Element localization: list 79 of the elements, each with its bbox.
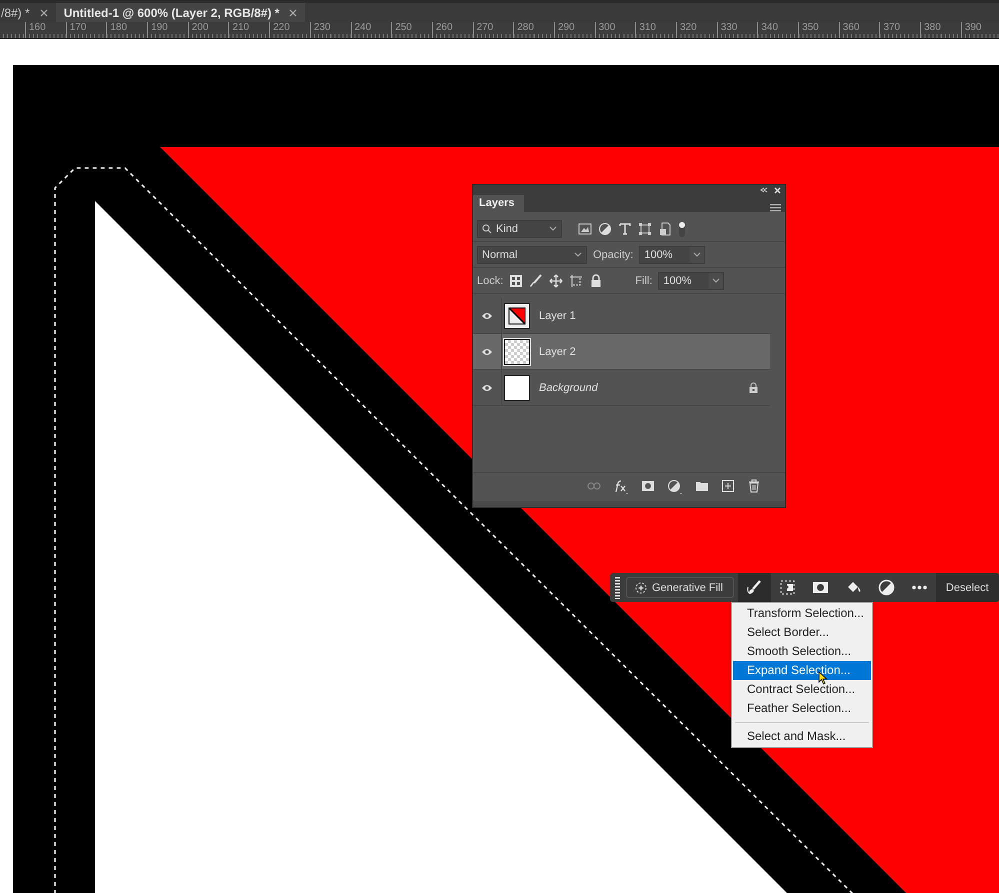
layer-name: Layer 2 xyxy=(539,346,577,358)
ruler-label: 210 xyxy=(232,22,250,34)
move-icon[interactable] xyxy=(549,274,564,288)
layer-name: Layer 1 xyxy=(539,310,577,322)
menu-item[interactable]: Smooth Selection... xyxy=(733,642,871,661)
menu-item[interactable]: Expand Selection... xyxy=(733,661,871,680)
smart-object-filter-icon[interactable] xyxy=(658,222,672,236)
menu-item[interactable]: Feather Selection... xyxy=(733,699,871,718)
shape-filter-icon[interactable] xyxy=(638,222,652,236)
adjustment-filter-icon[interactable] xyxy=(598,222,612,236)
menu-item[interactable]: Select Border... xyxy=(733,623,871,642)
caret-icon xyxy=(574,252,582,257)
ruler-label: 270 xyxy=(476,22,494,34)
eye-icon[interactable] xyxy=(481,384,493,392)
ruler-label: 170 xyxy=(70,22,86,34)
fill-label: Fill: xyxy=(635,274,652,286)
layer-row[interactable]: Layer 2 xyxy=(473,334,770,370)
ruler-label: 290 xyxy=(558,22,575,34)
trash-icon[interactable] xyxy=(747,479,761,495)
adjustment-layer-icon[interactable] xyxy=(667,479,683,495)
ruler-label: 230 xyxy=(314,22,330,34)
menu-item[interactable]: Transform Selection... xyxy=(733,604,871,623)
new-layer-icon[interactable] xyxy=(721,479,735,495)
eye-icon[interactable] xyxy=(481,348,493,356)
eye-icon[interactable] xyxy=(481,312,493,320)
ruler-label: 370 xyxy=(883,22,900,34)
image-filter-icon[interactable] xyxy=(578,222,592,236)
lock-label: Lock: xyxy=(477,274,504,286)
ruler-label: 350 xyxy=(802,22,819,34)
panel-tab[interactable]: Layers xyxy=(473,195,524,212)
selection-icon[interactable] xyxy=(778,579,796,596)
ruler-label: 310 xyxy=(639,22,656,34)
lock-pixels-icon[interactable] xyxy=(509,274,524,288)
ruler-label: 330 xyxy=(720,22,738,34)
filter-dropdown[interactable]: Kind xyxy=(477,220,562,238)
filter-toggle-icon[interactable] xyxy=(678,220,686,236)
document-tab[interactable]: Untitled-1 @ 600% (Layer 2, RGB/8#) * xyxy=(56,3,306,22)
ruler-label: 240 xyxy=(354,22,372,34)
ruler-label: 190 xyxy=(151,22,168,34)
layer-thumbnail xyxy=(504,374,530,400)
caret-icon xyxy=(549,226,557,231)
ruler-label: 390 xyxy=(964,22,982,34)
ruler-label: 320 xyxy=(680,22,697,34)
lock-icon[interactable] xyxy=(589,274,604,288)
layer-name: Background xyxy=(539,382,599,394)
opacity-label: Opacity: xyxy=(593,248,634,260)
collapse-icon[interactable] xyxy=(760,187,768,193)
mask-icon[interactable] xyxy=(812,579,829,596)
layer-row[interactable]: Background xyxy=(473,370,770,406)
menu-item[interactable]: Select and Mask... xyxy=(733,727,871,746)
menu-item[interactable]: Contract Selection... xyxy=(733,680,871,699)
layer-thumbnail xyxy=(504,338,530,364)
type-filter-icon[interactable] xyxy=(618,222,632,236)
brush-icon[interactable] xyxy=(529,274,544,288)
blend-mode-dropdown[interactable]: Normal xyxy=(477,246,587,264)
ruler-label: 260 xyxy=(436,22,453,34)
artboard-lock-icon[interactable] xyxy=(569,274,584,288)
ruler-label: 280 xyxy=(517,22,534,34)
layer-thumbnail xyxy=(504,302,530,328)
generative-fill-button[interactable]: Generative Fill xyxy=(626,577,734,598)
ruler-label: 250 xyxy=(395,22,412,34)
drag-handle-icon[interactable] xyxy=(614,576,622,599)
ruler-label: 380 xyxy=(924,22,941,34)
deselect-button[interactable]: Deselect xyxy=(936,573,999,602)
adjustment-icon[interactable] xyxy=(878,579,895,596)
ruler-label: 300 xyxy=(598,22,616,34)
close-icon[interactable] xyxy=(289,8,298,16)
brush-icon[interactable] xyxy=(746,579,763,596)
sparkle-icon xyxy=(635,582,647,594)
search-icon xyxy=(482,224,492,234)
ruler-label: 180 xyxy=(110,22,128,34)
close-icon[interactable] xyxy=(40,8,48,16)
ruler-label: 360 xyxy=(842,22,860,34)
layer-row[interactable]: Layer 1 xyxy=(473,298,770,334)
ruler-label: 160 xyxy=(29,22,46,34)
ruler-label: 200 xyxy=(192,22,208,34)
ruler-label: 340 xyxy=(761,22,778,34)
menu-icon[interactable] xyxy=(770,203,781,212)
ruler-label: 220 xyxy=(273,22,290,34)
